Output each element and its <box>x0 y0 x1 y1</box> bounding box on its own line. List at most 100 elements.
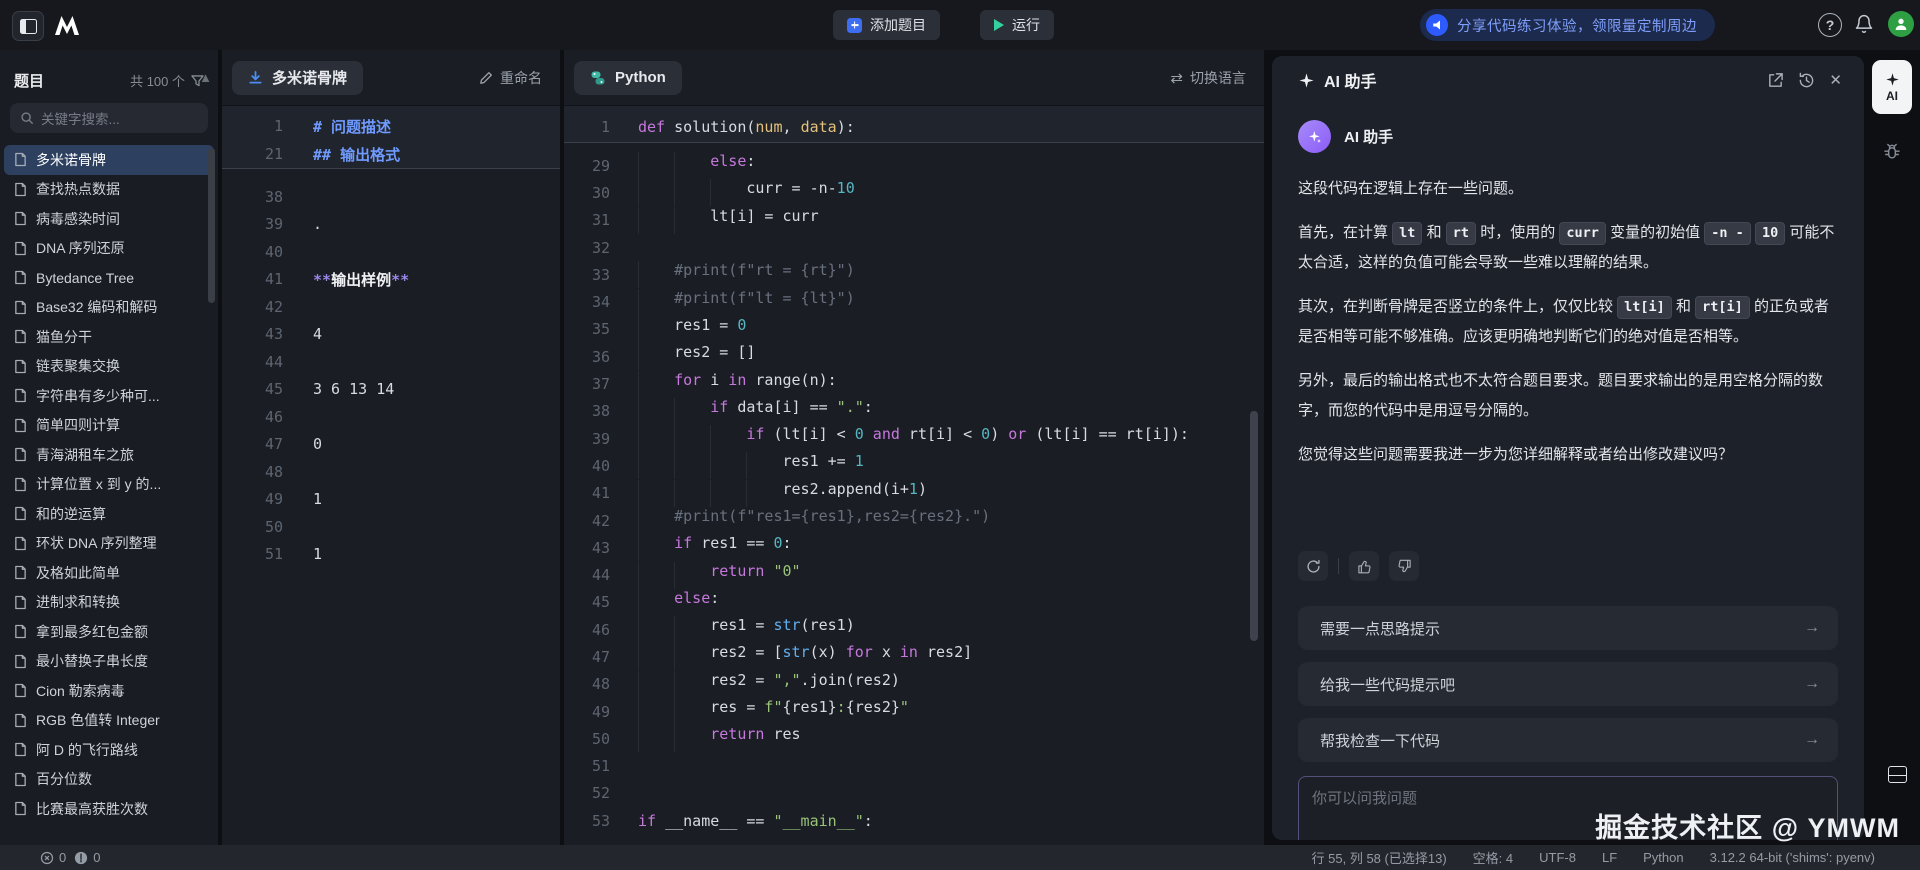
help-icon[interactable]: ? <box>1818 13 1842 37</box>
sidebar-item[interactable]: Bytedance Tree <box>4 263 214 293</box>
code-line[interactable]: 31lt[i] = curr <box>564 207 1264 234</box>
status-segment[interactable]: Python <box>1643 850 1683 865</box>
code-line[interactable]: 46res1 = str(res1) <box>564 616 1264 643</box>
status-segment[interactable]: UTF-8 <box>1539 850 1576 865</box>
sidebar-item[interactable]: 字符串有多少种可... <box>4 381 214 411</box>
history-icon[interactable] <box>1798 72 1815 89</box>
description-line[interactable]: 491 <box>222 486 560 514</box>
code-line[interactable]: 45else: <box>564 589 1264 616</box>
switch-language-button[interactable]: ⇄ 切换语言 <box>1170 68 1246 88</box>
sidebar-item[interactable]: 进制求和转换 <box>4 588 214 618</box>
thumbs-down-button[interactable] <box>1389 551 1419 581</box>
description-line[interactable]: 46 <box>222 403 560 431</box>
code-line[interactable]: 1def solution(num, data): <box>564 112 1264 142</box>
code-line[interactable]: 53if __name__ == "__main__": <box>564 807 1264 834</box>
panel-layout-icon[interactable] <box>1888 766 1907 783</box>
code-line[interactable]: 35res1 = 0 <box>564 316 1264 343</box>
description-line[interactable]: 40 <box>222 238 560 266</box>
debug-bug-icon[interactable] <box>1882 142 1902 162</box>
description-line[interactable]: 453 6 13 14 <box>222 376 560 404</box>
description-line[interactable]: 41**输出样例** <box>222 266 560 294</box>
close-icon[interactable]: ✕ <box>1829 71 1842 89</box>
sidebar-item[interactable]: 阿 D 的飞行路线 <box>4 735 214 765</box>
sidebar-item[interactable]: 百分位数 <box>4 765 214 795</box>
notification-bell-icon[interactable] <box>1854 13 1874 35</box>
code-line[interactable]: 50return res <box>564 725 1264 752</box>
ai-suggestion-chip[interactable]: 帮我检查一下代码→ <box>1298 718 1838 762</box>
problem-tab[interactable]: 多米诺骨牌 <box>232 61 363 95</box>
sidebar-item[interactable]: 猫鱼分干 <box>4 322 214 352</box>
sidebar-item[interactable]: 最小替换子串长度 <box>4 647 214 677</box>
code-editor-body[interactable]: 1def solution(num, data): 29else:30curr … <box>564 106 1264 845</box>
sidebar-item[interactable]: DNA 序列还原 <box>4 234 214 264</box>
sidebar-item[interactable]: 计算位置 x 到 y 的... <box>4 470 214 500</box>
code-line[interactable]: 41res2.append(i+1) <box>564 480 1264 507</box>
code-line[interactable]: 43if res1 == 0: <box>564 534 1264 561</box>
code-line[interactable]: 38if data[i] == ".": <box>564 398 1264 425</box>
description-line[interactable]: 44 <box>222 348 560 376</box>
problem-description-body[interactable]: 1# 问题描述21## 输出格式 3839.4041**输出样例**424344… <box>222 106 560 845</box>
code-line[interactable]: 51 <box>564 753 1264 780</box>
promo-banner[interactable]: 分享代码练习体验，领限量定制周边 <box>1420 9 1715 41</box>
code-line[interactable]: 34#print(f"lt = {lt}") <box>564 288 1264 315</box>
code-line[interactable]: 32 <box>564 234 1264 261</box>
status-segment[interactable]: LF <box>1602 850 1617 865</box>
code-line[interactable]: 47res2 = [str(x) for x in res2] <box>564 643 1264 670</box>
user-avatar[interactable] <box>1888 11 1914 37</box>
description-line[interactable]: 50 <box>222 513 560 541</box>
code-line[interactable]: 44return "0" <box>564 561 1264 588</box>
status-segment[interactable]: 行 55, 列 58 (已选择13) <box>1312 848 1447 867</box>
ai-suggestion-chip[interactable]: 需要一点思路提示→ <box>1298 606 1838 650</box>
description-line[interactable]: 42 <box>222 293 560 321</box>
ai-rail-button[interactable]: AI <box>1872 60 1912 114</box>
sidebar-item[interactable]: Cion 勒索病毒 <box>4 676 214 706</box>
description-line[interactable]: 470 <box>222 431 560 459</box>
status-segment[interactable]: 3.12.2 64-bit ('shims': pyenv) <box>1710 850 1875 865</box>
sidebar-scrollbar[interactable] <box>208 148 215 303</box>
code-line[interactable]: 33#print(f"rt = {rt}") <box>564 261 1264 288</box>
regenerate-button[interactable] <box>1298 551 1328 581</box>
code-line[interactable]: 49res = f"{res1}:{res2}" <box>564 698 1264 725</box>
description-line[interactable]: 511 <box>222 541 560 569</box>
sidebar-item[interactable]: 查找热点数据 <box>4 175 214 205</box>
scroll-up-arrow-icon[interactable]: ▲ <box>199 70 212 85</box>
description-line[interactable]: 38 <box>222 183 560 211</box>
sidebar-item[interactable]: 青海湖租车之旅 <box>4 440 214 470</box>
export-chat-icon[interactable] <box>1767 72 1784 89</box>
sidebar-item[interactable]: Base32 编码和解码 <box>4 293 214 323</box>
sidebar-toggle-button[interactable] <box>12 11 44 41</box>
errors-indicator[interactable]: 0 <box>40 850 66 865</box>
sidebar-item[interactable]: 环状 DNA 序列整理 <box>4 529 214 559</box>
sidebar-item[interactable]: 病毒感染时间 <box>4 204 214 234</box>
code-line[interactable]: 40res1 += 1 <box>564 452 1264 479</box>
sidebar-item[interactable]: 简单四则计算 <box>4 411 214 441</box>
editor-vertical-scrollbar[interactable] <box>1250 411 1258 641</box>
code-line[interactable]: 48res2 = ",".join(res2) <box>564 671 1264 698</box>
language-tab[interactable]: Python <box>574 61 682 95</box>
code-line[interactable]: 52 <box>564 780 1264 807</box>
code-line[interactable]: 39if (lt[i] < 0 and rt[i] < 0) or (lt[i]… <box>564 425 1264 452</box>
code-line[interactable]: 42#print(f"res1={res1},res2={res2}.") <box>564 507 1264 534</box>
description-line[interactable]: 434 <box>222 321 560 349</box>
thumbs-up-button[interactable] <box>1349 551 1379 581</box>
sidebar-item[interactable]: 拿到最多红包金额 <box>4 617 214 647</box>
description-line[interactable]: 39. <box>222 211 560 239</box>
status-segment[interactable]: 空格: 4 <box>1473 848 1513 867</box>
code-line[interactable]: 36res2 = [] <box>564 343 1264 370</box>
sidebar-item[interactable]: 多米诺骨牌 <box>4 145 214 175</box>
sidebar-item[interactable]: 及格如此简单 <box>4 558 214 588</box>
ai-suggestion-chip[interactable]: 给我一些代码提示吧→ <box>1298 662 1838 706</box>
run-button[interactable]: 运行 <box>980 10 1054 40</box>
description-line[interactable]: 48 <box>222 458 560 486</box>
add-question-button[interactable]: 添加题目 <box>833 10 940 40</box>
code-line[interactable]: 37for i in range(n): <box>564 370 1264 397</box>
sidebar-item[interactable]: 链表聚集交换 <box>4 352 214 382</box>
rename-button[interactable]: 重命名 <box>479 68 542 88</box>
sidebar-item[interactable]: RGB 色值转 Integer <box>4 706 214 736</box>
sidebar-item[interactable]: 和的逆运算 <box>4 499 214 529</box>
sidebar-item[interactable]: 比赛最高获胜次数 <box>4 794 214 824</box>
code-line[interactable]: 29else: <box>564 152 1264 179</box>
description-line[interactable]: 1# 问题描述 <box>222 112 560 140</box>
code-line[interactable]: 30curr = -n-10 <box>564 179 1264 206</box>
search-input[interactable]: 关键字搜索... <box>10 103 208 133</box>
